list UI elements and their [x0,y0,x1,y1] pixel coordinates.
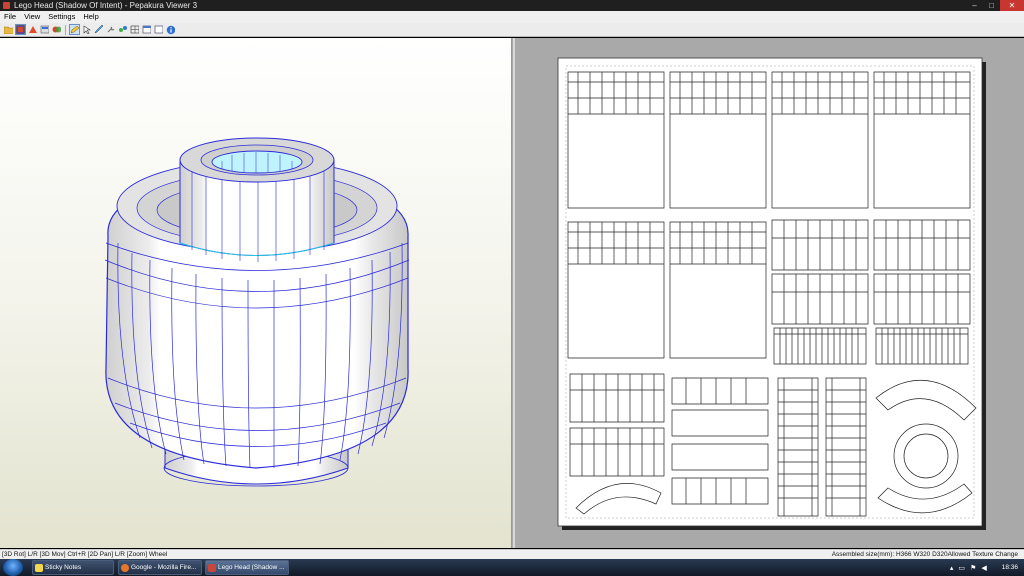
select-icon[interactable] [81,24,92,35]
lego-head-model [104,137,410,487]
taskbar-item-pepakura[interactable]: Lego Head (Shadow ... [205,560,289,575]
info-icon[interactable] [165,24,176,35]
menu-help[interactable]: Help [79,11,102,23]
grid-icon[interactable] [129,24,140,35]
join-icon[interactable] [117,24,128,35]
maximize-button[interactable]: □ [983,0,1000,11]
app-icon [3,2,10,9]
firefox-icon [121,564,129,572]
export-icon[interactable] [39,24,50,35]
menu-settings[interactable]: Settings [44,11,79,23]
menu-view[interactable]: View [20,11,44,23]
color-icon[interactable] [51,24,62,35]
minimize-button[interactable]: – [966,0,983,11]
tray-expand-icon[interactable]: ▴ [950,564,954,572]
title-bar: Lego Head (Shadow Of Intent) - Pepakura … [0,0,1024,11]
2d-view[interactable] [516,38,1024,548]
pepakura-icon [208,564,216,572]
menu-bar: File View Settings Help [0,11,1024,23]
taskbar-item-sticky-notes[interactable]: Sticky Notes [32,560,114,575]
unfolded-pattern-sheet [557,57,986,530]
sticky-notes-icon [35,564,43,572]
texture-toggle-icon[interactable] [15,24,26,35]
page-icon[interactable] [153,24,164,35]
start-button[interactable] [3,559,23,576]
close-button[interactable]: ✕ [1000,0,1024,11]
flag-icon[interactable]: ⚑ [970,564,976,572]
window-icon[interactable] [141,24,152,35]
pencil-icon[interactable] [69,24,80,35]
clock[interactable]: 18:36 [1002,564,1018,571]
taskbar: Sticky Notes Google - Mozilla Fire... Le… [0,559,1024,576]
system-tray: ▴ ▭ ⚑ ◀ 18:36 [950,559,1024,576]
toolbar [0,23,1024,37]
edit-icon[interactable] [93,24,104,35]
print-icon[interactable] [27,24,38,35]
tool-icon[interactable] [105,24,116,35]
volume-icon[interactable]: ◀ [981,564,986,572]
status-bar: [3D Rot] L/R [3D Mov] Ctrl+R [2D Pan] L/… [0,549,1024,559]
menu-file[interactable]: File [0,11,20,23]
network-icon[interactable]: ▭ [958,564,965,572]
taskbar-item-firefox[interactable]: Google - Mozilla Fire... [118,560,202,575]
window-title: Lego Head (Shadow Of Intent) - Pepakura … [14,1,198,10]
3d-view[interactable] [0,38,512,548]
open-folder-icon[interactable] [3,24,14,35]
